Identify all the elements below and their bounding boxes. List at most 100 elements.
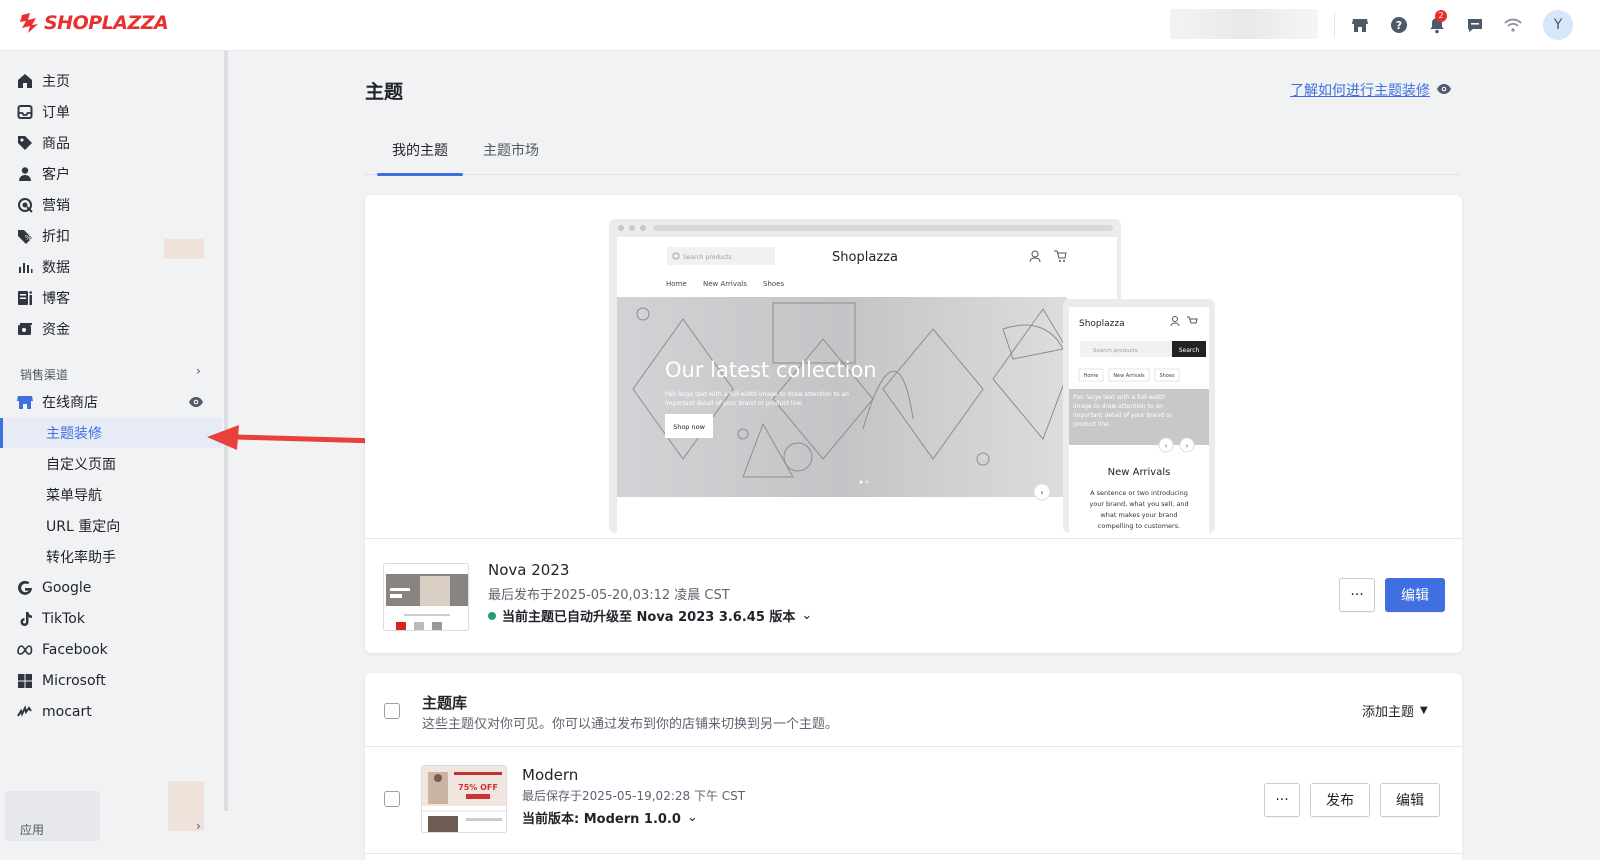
message-icon[interactable] <box>1464 14 1486 36</box>
avatar[interactable]: Y <box>1543 10 1573 40</box>
svg-text:Shop now: Shop now <box>673 423 706 431</box>
version-status-text: 当前主题已自动升级至 Nova 2023 3.6.45 版本 <box>502 610 796 625</box>
notification-badge: 2 <box>1435 10 1447 22</box>
svg-text:A sentence or two introducing: A sentence or two introducing <box>1090 489 1188 497</box>
sidebar-item-label: 折扣 <box>42 229 70 245</box>
svg-text:Shoes: Shoes <box>1159 373 1174 379</box>
sidebar-item-menu-nav[interactable]: 菜单导航 <box>0 480 222 510</box>
current-theme-card: Search products Shoplazza Home New Arriv… <box>365 195 1462 653</box>
status-dot-icon <box>488 611 496 620</box>
svg-text:Shoplazza: Shoplazza <box>1079 319 1125 329</box>
edit-theme-button[interactable]: 编辑 <box>1380 783 1440 817</box>
svg-text:New Arrivals: New Arrivals <box>1113 373 1145 379</box>
eye-icon[interactable] <box>1436 81 1452 101</box>
tab-theme-market[interactable]: 主题市场 <box>483 138 539 175</box>
online-store-icon <box>16 393 34 411</box>
sidebar-item-theme-design[interactable]: 主题装修 <box>0 418 222 448</box>
sidebar-item-conversion-assistant[interactable]: 转化率助手 <box>0 542 222 572</box>
sidebar-item-label: 客户 <box>42 167 70 183</box>
sales-channels-title: 销售渠道 <box>20 368 69 382</box>
theme-help-link[interactable]: 了解如何进行主题装修 <box>1290 80 1430 100</box>
theme-version-status[interactable]: 当前主题已自动升级至 Nova 2023 3.6.45 版本 ⌄ <box>488 606 812 625</box>
wallet-icon <box>16 320 34 338</box>
apps-title: 应用 <box>20 823 45 837</box>
svg-text:Pair large text with a full-wi: Pair large text with a full-width <box>1073 394 1165 401</box>
meta-icon <box>16 641 34 659</box>
theme-library-title: 主题库 <box>422 694 468 712</box>
svg-text:New Arrivals: New Arrivals <box>703 280 747 288</box>
add-theme-label: 添加主题 <box>1362 705 1415 720</box>
chevron-right-icon[interactable]: › <box>196 364 201 378</box>
bar-chart-icon <box>16 258 34 276</box>
eye-icon[interactable] <box>188 394 204 414</box>
theme-version[interactable]: 当前版本: Modern 1.0.0 ⌄ <box>522 808 698 827</box>
sidebar-item-label: mocart <box>42 704 92 720</box>
svg-text:‹: ‹ <box>1040 488 1043 497</box>
theme-published-time: 最后发布于2025-05-20,03:12 凌晨 CST <box>488 588 730 603</box>
svg-text:Search products: Search products <box>683 254 732 261</box>
divider <box>365 853 1462 854</box>
sidebar-item-facebook[interactable]: Facebook <box>0 635 222 665</box>
divider <box>1334 12 1335 38</box>
inbox-icon <box>16 103 34 121</box>
divider <box>365 538 1462 539</box>
sidebar-item-blog[interactable]: 博客 <box>0 283 222 313</box>
svg-text:product line.: product line. <box>1073 421 1111 428</box>
sidebar-item-label: 博客 <box>42 291 70 307</box>
sidebar-item-products[interactable]: 商品 <box>0 128 222 158</box>
tiktok-icon <box>16 610 34 628</box>
svg-text:Shoplazza: Shoplazza <box>832 250 898 265</box>
theme-row-checkbox[interactable] <box>384 791 400 807</box>
google-icon <box>16 579 34 597</box>
home-icon <box>16 72 34 90</box>
person-icon <box>16 165 34 183</box>
sidebar-item-online-store[interactable]: 在线商店 <box>0 387 222 417</box>
sidebar-item-label: 主页 <box>42 74 70 90</box>
svg-text:?: ? <box>1396 19 1402 32</box>
sidebar: 主页 订单 商品 客户 营销 % 折扣 数据 博客 资金 销售渠道 › 在线商店… <box>0 51 224 860</box>
sidebar-item-label: 营销 <box>42 198 70 214</box>
sidebar-item-marketing[interactable]: 营销 <box>0 190 222 220</box>
sidebar-item-google[interactable]: Google <box>0 573 222 603</box>
chevron-right-icon[interactable]: › <box>196 819 201 833</box>
theme-preview[interactable]: Search products Shoplazza Home New Arriv… <box>603 219 1223 533</box>
wifi-icon[interactable] <box>1502 14 1524 36</box>
svg-text:important detail of your brand: important detail of your brand or <box>1073 412 1173 419</box>
svg-text:your brand, what you sell, and: your brand, what you sell, and <box>1089 500 1188 508</box>
help-icon[interactable]: ? <box>1388 14 1410 36</box>
sidebar-item-label: 数据 <box>42 260 70 276</box>
sidebar-item-customers[interactable]: 客户 <box>0 159 222 189</box>
chevron-down-icon: ⌄ <box>686 810 698 825</box>
edit-theme-button[interactable]: 编辑 <box>1385 578 1445 612</box>
store-icon[interactable] <box>1349 14 1371 36</box>
sidebar-item-url-redirect[interactable]: URL 重定向 <box>0 511 222 541</box>
svg-text:‹: ‹ <box>1165 442 1168 450</box>
sidebar-item-finance[interactable]: 资金 <box>0 314 222 344</box>
add-theme-dropdown[interactable]: 添加主题 ▼ <box>1362 701 1428 720</box>
svg-text:Our latest collection: Our latest collection <box>665 358 877 382</box>
blurred-store-selector[interactable] <box>1170 9 1318 39</box>
svg-text:Search products: Search products <box>1093 348 1138 354</box>
svg-text:image to draw attention to an: image to draw attention to an <box>1073 403 1163 410</box>
sidebar-item-label: 菜单导航 <box>46 488 102 504</box>
sidebar-item-label: TikTok <box>42 611 85 627</box>
sidebar-item-mocart[interactable]: mocart <box>0 697 222 727</box>
more-actions-button[interactable]: ··· <box>1264 783 1300 817</box>
sidebar-item-custom-pages[interactable]: 自定义页面 <box>0 449 222 479</box>
tab-my-themes[interactable]: 我的主题 <box>377 138 463 176</box>
shoplazza-logo[interactable]: SHOPLAZZA <box>18 12 169 34</box>
more-actions-button[interactable]: ··· <box>1339 578 1375 612</box>
svg-text:New Arrivals: New Arrivals <box>1108 467 1171 478</box>
publish-theme-button[interactable]: 发布 <box>1310 783 1370 817</box>
sidebar-item-orders[interactable]: 订单 <box>0 97 222 127</box>
sidebar-item-home[interactable]: 主页 <box>0 66 222 96</box>
svg-text:Home: Home <box>666 280 687 288</box>
theme-library-card: 主题库 这些主题仅对你可见。你可以通过发布到你的店铺来切换到另一个主题。 添加主… <box>365 673 1462 860</box>
sidebar-item-microsoft[interactable]: Microsoft <box>0 666 222 696</box>
svg-text:important detail of your brand: important detail of your brand or produc… <box>665 400 804 407</box>
svg-text:›: › <box>1186 442 1189 450</box>
tag-icon <box>16 134 34 152</box>
logo-text: SHOPLAZZA <box>44 12 169 34</box>
select-all-checkbox[interactable] <box>384 703 400 719</box>
sidebar-item-tiktok[interactable]: TikTok <box>0 604 222 634</box>
